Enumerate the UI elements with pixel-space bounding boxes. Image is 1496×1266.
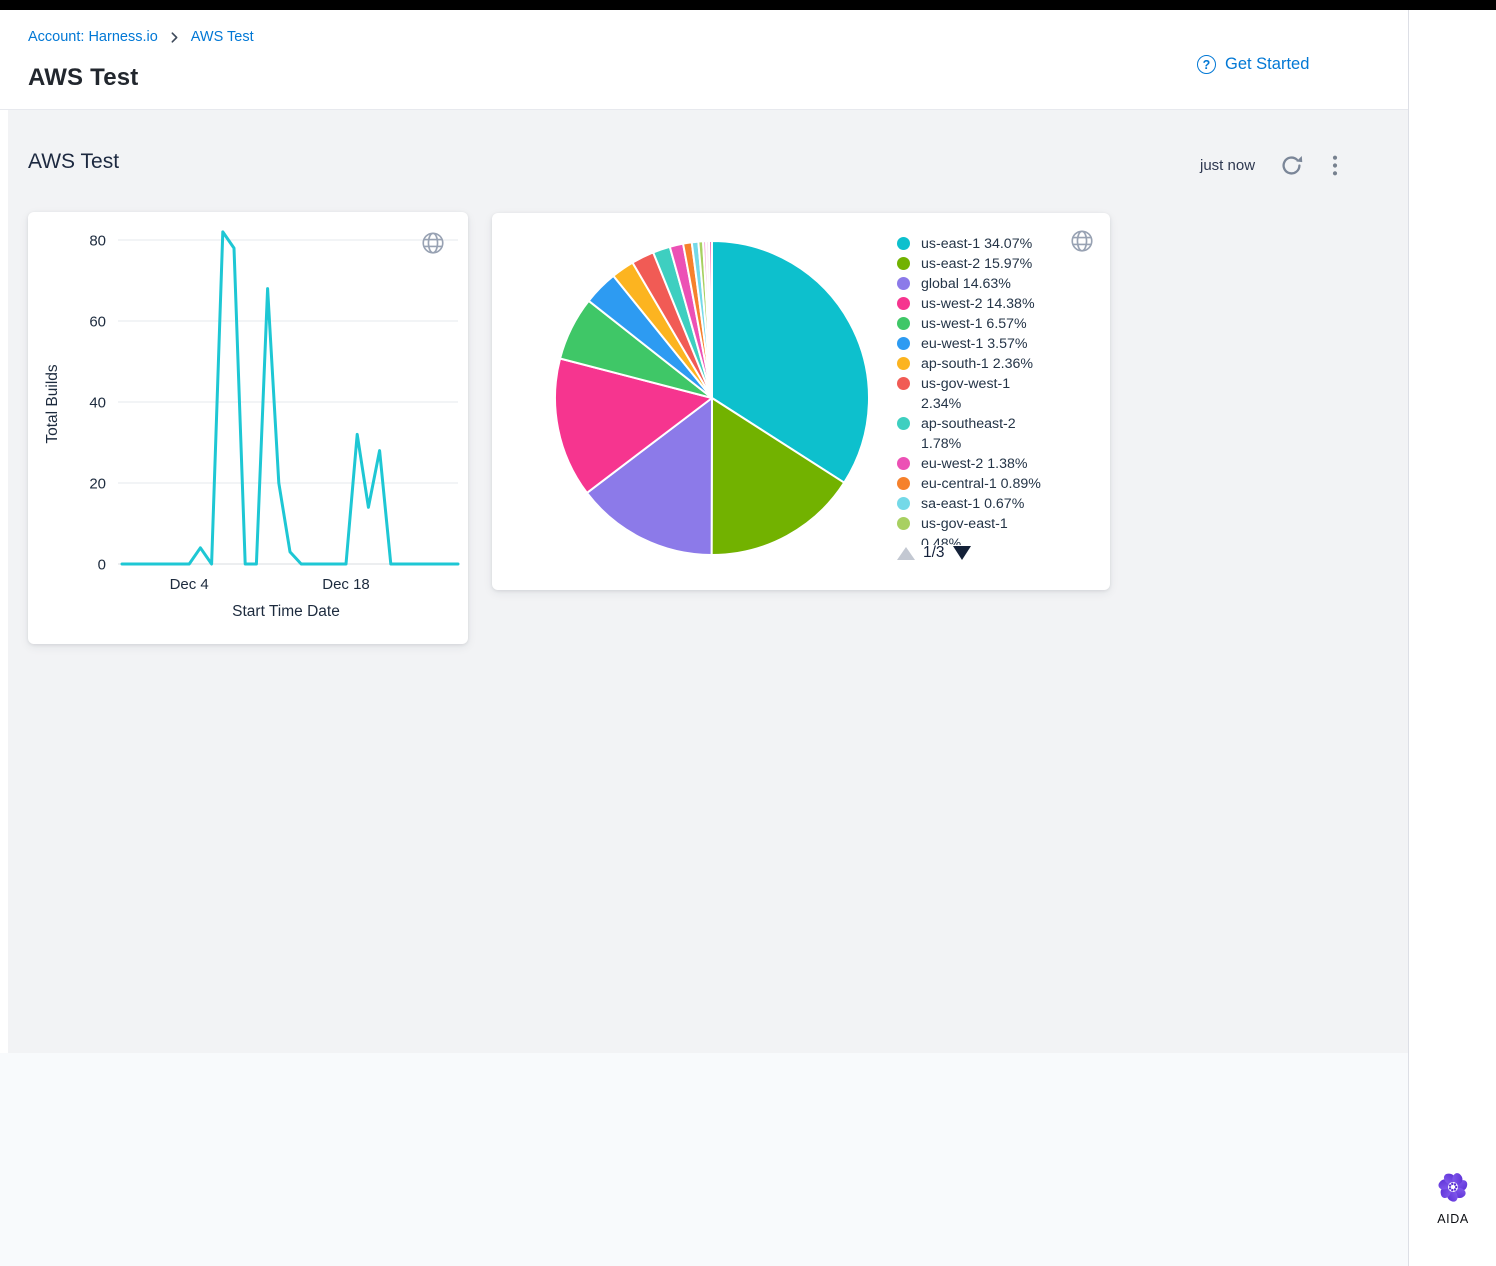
legend-item-eu-west-2[interactable]: eu-west-2 1.38% <box>897 454 1077 474</box>
dashboard-body: AWS Test just now 02 <box>8 110 1408 1053</box>
x-tick-label: Dec 4 <box>170 576 209 593</box>
regions-pie-chart[interactable] <box>492 213 892 590</box>
legend-swatch <box>897 337 910 350</box>
get-started-link[interactable]: ? Get Started <box>1197 55 1309 74</box>
breadcrumb: Account: Harness.io AWS Test <box>28 29 254 45</box>
right-rail: AIDA <box>1408 10 1496 1266</box>
legend-swatch <box>897 357 910 370</box>
legend-label: sa-east-1 0.67% <box>921 494 1024 514</box>
legend-item-eu-central-1[interactable]: eu-central-1 0.89% <box>897 474 1077 494</box>
aida-widget[interactable]: AIDA <box>1409 1167 1496 1226</box>
legend-item-global[interactable]: global 14.63% <box>897 274 1077 294</box>
x-tick-label: Dec 18 <box>322 576 370 593</box>
legend-label: us-west-1 6.57% <box>921 314 1027 334</box>
total-builds-tile: 0 20 40 60 80 Dec 4 Dec 18 Start Time Date Total… <box>28 212 468 644</box>
legend-pager: 1/3 <box>897 544 971 562</box>
top-edge-bar <box>0 0 1496 10</box>
legend-item-ap-southeast-2[interactable]: ap-southeast-2 1.78% <box>897 414 1077 454</box>
globe-icon <box>420 230 446 261</box>
page-title: AWS Test <box>28 64 139 92</box>
last-refreshed-label: just now <box>1200 157 1255 174</box>
legend-item-sa-east-1[interactable]: sa-east-1 0.67% <box>897 494 1077 514</box>
aida-flower-icon <box>1433 1167 1473 1207</box>
legend-label: ap-southeast-2 1.78% <box>921 414 1016 454</box>
pie-legend: us-east-1 34.07%us-east-2 15.97%global 1… <box>897 234 1077 545</box>
legend-item-us-west-2[interactable]: us-west-2 14.38% <box>897 294 1077 314</box>
dashboard-menu-button[interactable] <box>1328 153 1342 178</box>
legend-label: eu-central-1 0.89% <box>921 474 1041 494</box>
dashboard-toolbar: just now <box>1200 153 1342 178</box>
y-tick-label: 20 <box>89 476 106 493</box>
legend-page-down-icon[interactable] <box>953 546 971 560</box>
legend-swatch <box>897 377 910 390</box>
legend-swatch <box>897 297 910 310</box>
total-builds-series-line[interactable] <box>122 232 458 564</box>
x-axis-title: Start Time Date <box>232 603 340 620</box>
chevron-right-icon <box>168 31 181 44</box>
breadcrumb-page-link[interactable]: AWS Test <box>191 29 254 45</box>
y-tick-label: 60 <box>89 314 106 331</box>
help-icon: ? <box>1197 55 1216 74</box>
legend-swatch <box>897 417 910 430</box>
legend-label: us-east-1 34.07% <box>921 234 1032 254</box>
legend-label: eu-west-1 3.57% <box>921 334 1027 354</box>
y-tick-label: 40 <box>89 395 106 412</box>
legend-page-up-icon[interactable] <box>897 547 915 560</box>
refresh-icon <box>1279 153 1304 178</box>
legend-label: us-east-2 15.97% <box>921 254 1032 274</box>
legend-item-us-east-2[interactable]: us-east-2 15.97% <box>897 254 1077 274</box>
y-axis-title: Total Builds <box>44 364 61 444</box>
page-header: Account: Harness.io AWS Test AWS Test ? … <box>0 10 1496 110</box>
legend-label: us-gov-east-1 0.48% <box>921 514 1008 545</box>
regions-pie-tile: us-east-1 34.07%us-east-2 15.97%global 1… <box>492 213 1110 590</box>
bottom-band <box>0 1053 1408 1266</box>
screen: Account: Harness.io AWS Test AWS Test ? … <box>0 0 1496 1266</box>
legend-item-us-gov-west-1[interactable]: us-gov-west-1 2.34% <box>897 374 1077 414</box>
y-tick-label: 80 <box>89 233 106 250</box>
legend-label: eu-west-2 1.38% <box>921 454 1027 474</box>
legend-label: us-gov-west-1 2.34% <box>921 374 1010 414</box>
legend-swatch <box>897 517 910 530</box>
legend-item-us-east-1[interactable]: us-east-1 34.07% <box>897 234 1077 254</box>
breadcrumb-account-link[interactable]: Account: Harness.io <box>28 29 158 45</box>
legend-swatch <box>897 257 910 270</box>
legend-swatch <box>897 457 910 470</box>
refresh-button[interactable] <box>1279 153 1304 178</box>
legend-item-eu-west-1[interactable]: eu-west-1 3.57% <box>897 334 1077 354</box>
legend-swatch <box>897 317 910 330</box>
aida-label: AIDA <box>1437 1212 1469 1226</box>
legend-item-ap-south-1[interactable]: ap-south-1 2.36% <box>897 354 1077 374</box>
total-builds-line-chart[interactable]: 0 20 40 60 80 Dec 4 Dec 18 Start Time Date Total… <box>28 212 468 644</box>
legend-item-us-west-1[interactable]: us-west-1 6.57% <box>897 314 1077 334</box>
dashboard-title: AWS Test <box>28 150 119 174</box>
legend-label: us-west-2 14.38% <box>921 294 1035 314</box>
legend-item-us-gov-east-1[interactable]: us-gov-east-1 0.48% <box>897 514 1077 545</box>
legend-swatch <box>897 237 910 250</box>
legend-swatch <box>897 277 910 290</box>
legend-swatch <box>897 477 910 490</box>
legend-label: ap-south-1 2.36% <box>921 354 1033 374</box>
legend-label: global 14.63% <box>921 274 1011 294</box>
y-tick-label: 0 <box>98 557 106 574</box>
get-started-label: Get Started <box>1225 55 1309 74</box>
kebab-menu-icon <box>1328 153 1342 178</box>
legend-swatch <box>897 497 910 510</box>
legend-page-indicator: 1/3 <box>923 544 945 562</box>
